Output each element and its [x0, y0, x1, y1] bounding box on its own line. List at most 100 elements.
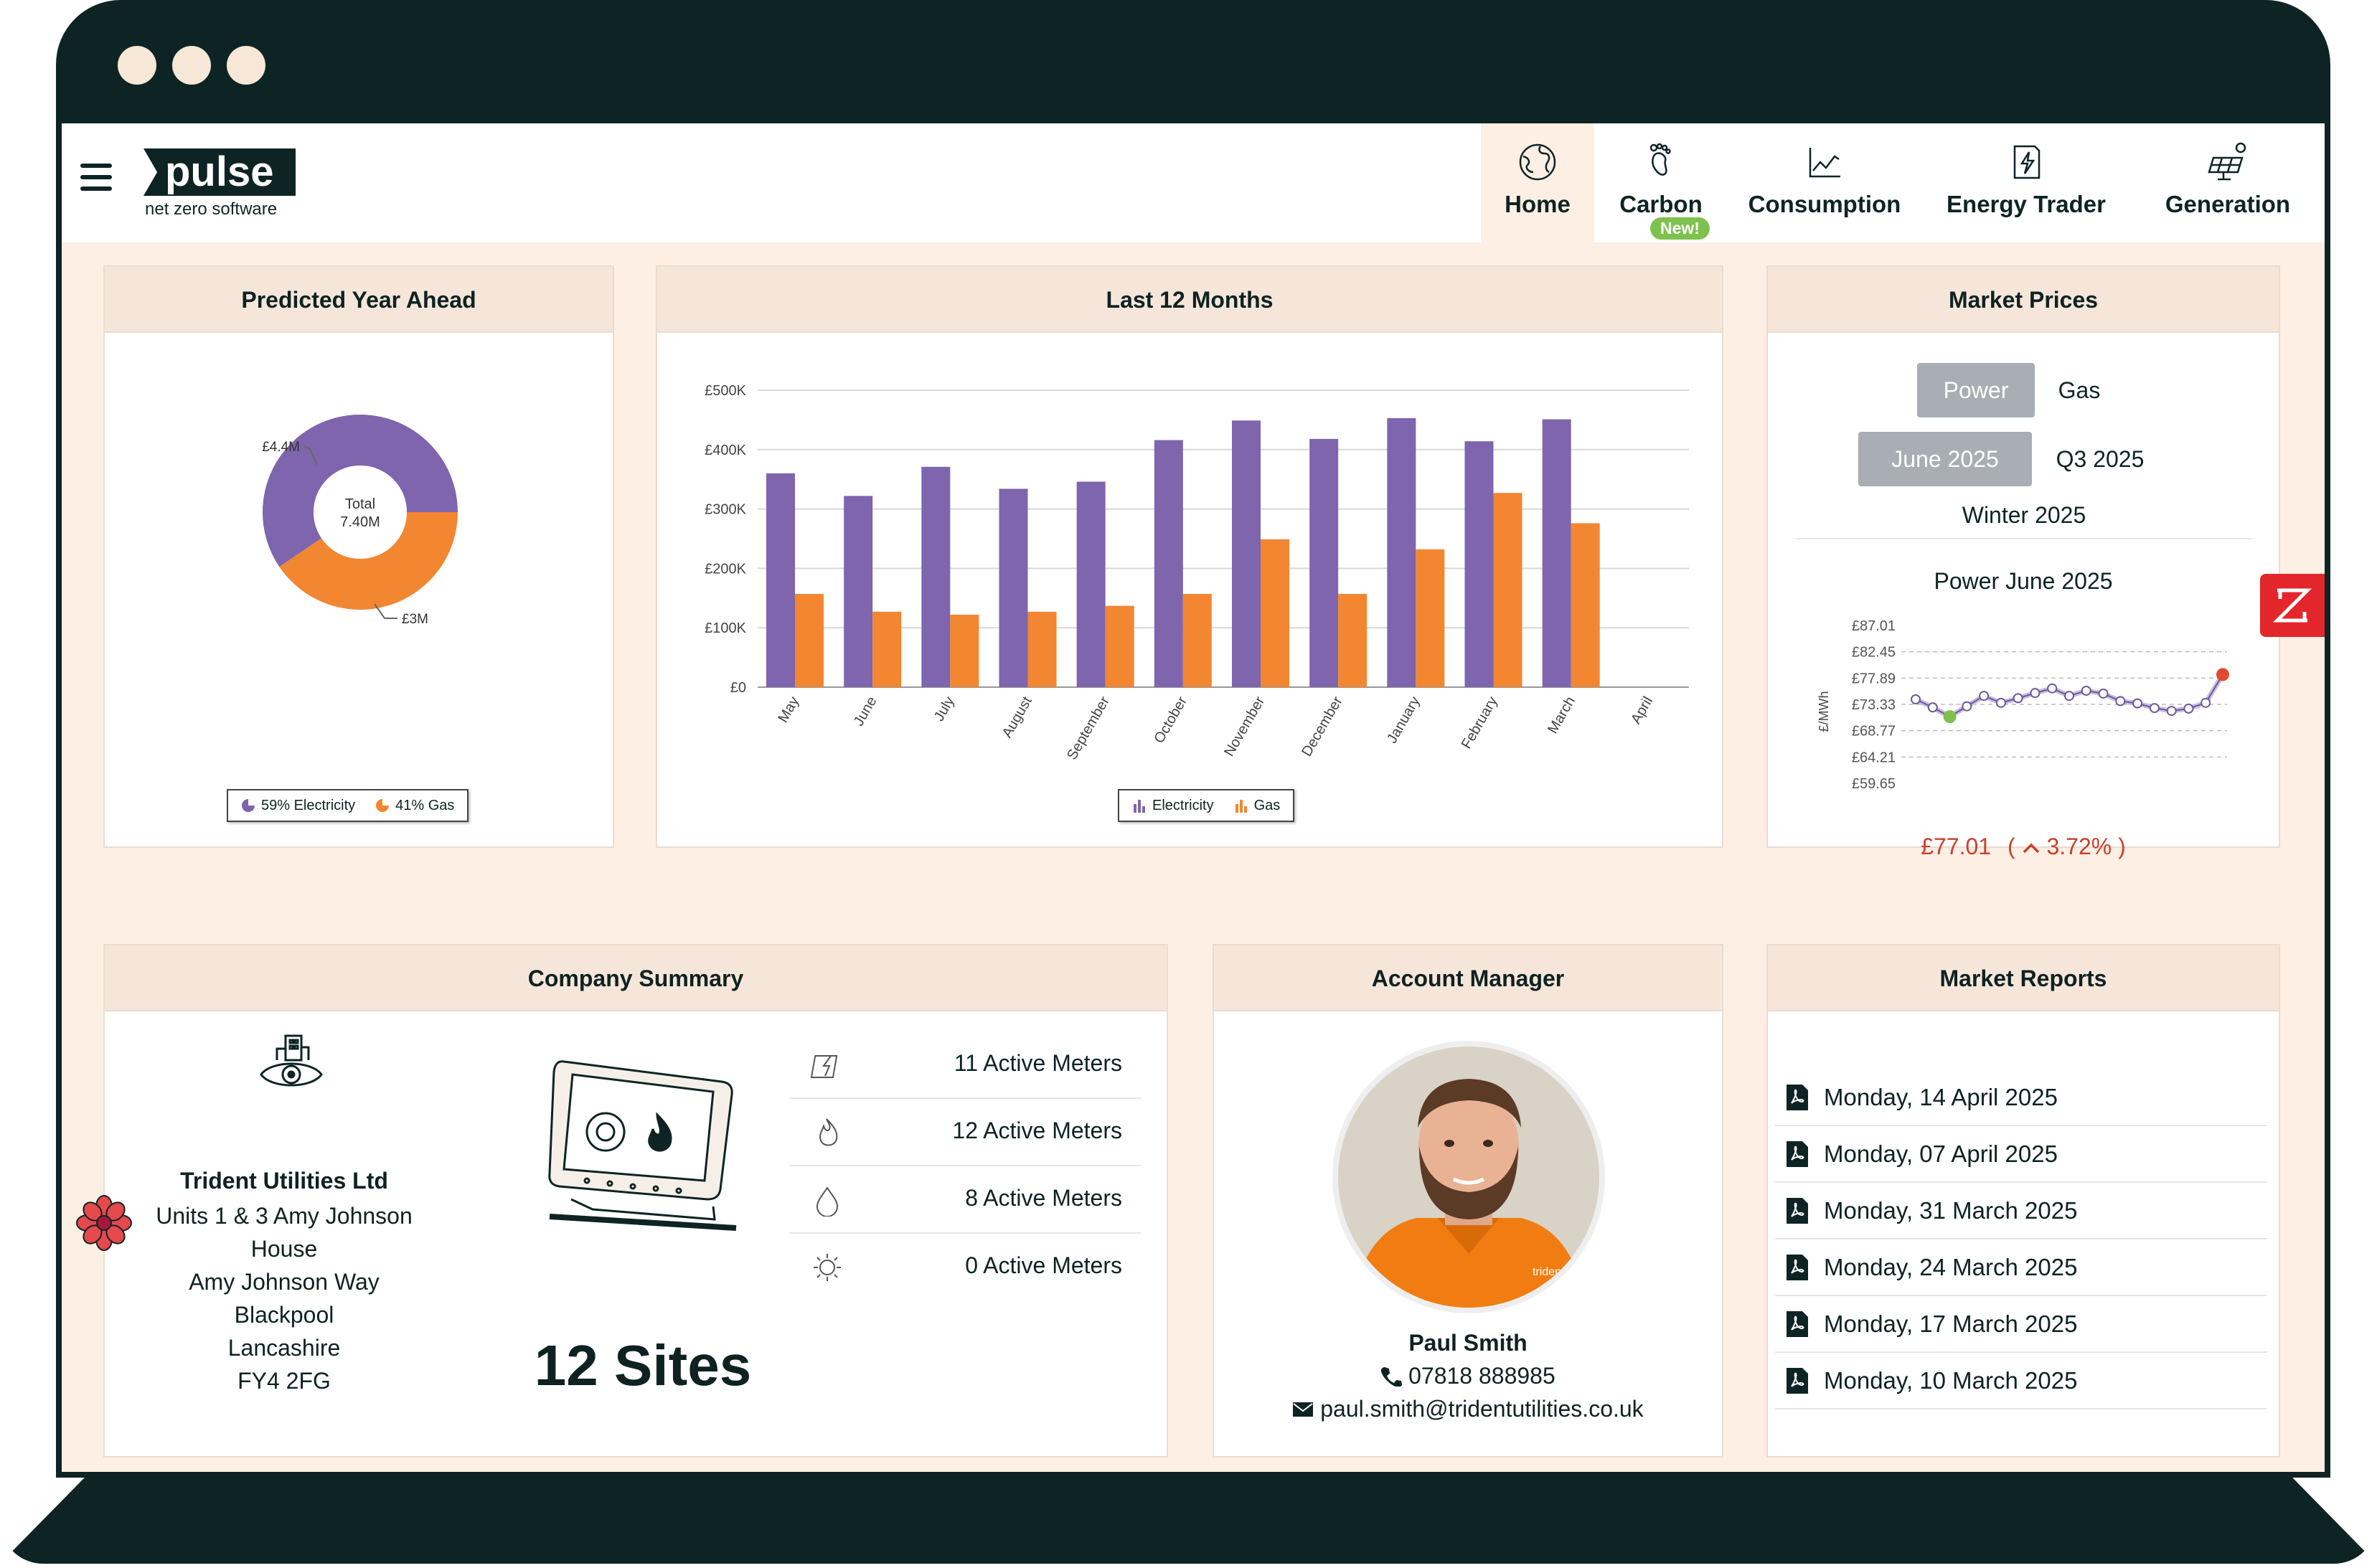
june-2025-button[interactable]: June 2025 [1858, 432, 2032, 486]
bar-electricity[interactable] [1542, 419, 1571, 687]
bar-electricity[interactable] [1309, 438, 1339, 687]
smart-meter-illustration [548, 1060, 737, 1231]
bar-gas[interactable] [1105, 605, 1134, 687]
market-reports-title: Market Reports [1768, 945, 2279, 1011]
power-toggle-button[interactable]: Power [1917, 363, 2035, 417]
bar-gas[interactable] [872, 611, 902, 687]
pdf-icon [1787, 1085, 1808, 1110]
nav-energy-trader[interactable]: Energy Trader [1921, 123, 2131, 242]
pie-icon [242, 799, 255, 812]
manager-email-row[interactable]: paul.smith@tridentutilities.co.uk [1214, 1396, 1722, 1422]
last-12-months-title: Last 12 Months [657, 267, 1722, 333]
gas-toggle-button[interactable]: Gas [2042, 363, 2117, 417]
nav-generation[interactable]: Generation [2131, 123, 2325, 242]
bar-electricity[interactable] [766, 473, 795, 687]
bar-gas[interactable] [795, 594, 824, 687]
bar-electricity[interactable] [1464, 441, 1494, 687]
water-drop-icon [816, 1186, 839, 1217]
predicted-legend: 59% Electricity 41% Gas [227, 789, 469, 822]
y-tick-label: £87.01 [1852, 618, 1896, 634]
bar-electricity[interactable] [1232, 420, 1261, 687]
winter-2025-button[interactable]: Winter 2025 [1933, 488, 2115, 542]
bar-gas[interactable] [1493, 493, 1522, 687]
price-point[interactable] [2201, 697, 2211, 708]
meter-row-solar[interactable]: 0 Active Meters [789, 1234, 1141, 1301]
bar-electricity[interactable] [1076, 481, 1106, 687]
x-tick-label: October [1152, 694, 1191, 746]
price-point[interactable] [2115, 696, 2126, 707]
price-point[interactable] [2183, 703, 2194, 714]
price-point[interactable] [2166, 706, 2177, 717]
laptop-base [0, 1467, 2377, 1564]
price-point[interactable] [2047, 683, 2058, 694]
x-tick-label: September [1064, 694, 1113, 762]
side-feedback-tab[interactable] [2260, 574, 2325, 637]
price-point[interactable] [2216, 668, 2229, 681]
line-chart-icon [1809, 148, 1840, 178]
q3-2025-button[interactable]: Q3 2025 [2038, 432, 2162, 486]
x-tick-label: April [1628, 694, 1656, 727]
nav-consumption[interactable]: Consumption [1728, 123, 1921, 242]
flower-widget-icon[interactable] [76, 1195, 132, 1251]
nav-home[interactable]: Home [1481, 123, 1594, 242]
price-point[interactable] [2081, 685, 2091, 696]
market-price-change: 3.72% [2046, 833, 2112, 859]
nav-home-label: Home [1505, 191, 1571, 217]
report-row[interactable]: Monday, 07 April 2025 [1775, 1127, 2267, 1183]
x-tick-label: March [1545, 694, 1578, 737]
nav-carbon-label: Carbon [1619, 191, 1703, 217]
bar-electricity[interactable] [1387, 417, 1416, 687]
bar-gas[interactable] [1416, 549, 1445, 687]
legend-item-gas[interactable]: 41% Gas [375, 798, 454, 814]
company-summary-card: Company Summary Trident Utilities Ltd Un… [103, 944, 1168, 1458]
report-date: Monday, 10 March 2025 [1824, 1367, 2078, 1394]
report-row[interactable]: Monday, 10 March 2025 [1775, 1354, 2267, 1409]
bar-electricity[interactable] [844, 496, 873, 687]
bar-gas[interactable] [1571, 523, 1600, 687]
meter-row-gas[interactable]: 12 Active Meters [789, 1099, 1141, 1166]
bar-electricity[interactable] [999, 488, 1028, 687]
meter-row-water[interactable]: 8 Active Meters [789, 1166, 1141, 1234]
account-manager-title: Account Manager [1214, 945, 1722, 1011]
bar-electricity[interactable] [921, 466, 951, 687]
report-date: Monday, 17 March 2025 [1824, 1310, 2078, 1337]
price-point[interactable] [1995, 697, 2006, 708]
price-point[interactable] [2098, 688, 2109, 699]
price-point[interactable] [2149, 703, 2160, 714]
price-point[interactable] [2030, 688, 2041, 699]
bar-gas[interactable] [1027, 611, 1057, 687]
price-point[interactable] [1962, 701, 1972, 712]
price-point[interactable] [1943, 710, 1957, 724]
footprint-icon [1649, 143, 1671, 176]
report-row[interactable]: Monday, 14 April 2025 [1775, 1070, 2267, 1126]
manager-phone-row[interactable]: 07818 888985 [1214, 1363, 1722, 1389]
nav-carbon[interactable]: Carbon New! [1594, 123, 1728, 242]
last-12-months-card: Last 12 Months £0 £100K £200K £300K £400K £50… [656, 265, 1723, 848]
price-point[interactable] [2132, 698, 2143, 709]
flame-icon [819, 1118, 838, 1146]
donut-callout-electricity: £4.4M [262, 440, 300, 455]
price-point[interactable] [1911, 694, 1921, 705]
price-point[interactable] [2064, 691, 2074, 702]
bar-gas[interactable] [1182, 594, 1212, 687]
price-point[interactable] [2013, 693, 2023, 704]
meter-row-electricity[interactable]: 11 Active Meters [789, 1031, 1141, 1099]
market-prices-title: Market Prices [1768, 267, 2279, 333]
pdf-icon [1787, 1141, 1808, 1167]
bar-electricity[interactable] [1154, 440, 1183, 687]
menu-icon[interactable] [80, 164, 112, 191]
bar-gas[interactable] [1338, 594, 1368, 687]
report-row[interactable]: Monday, 31 March 2025 [1775, 1184, 2267, 1239]
legend-item-gas[interactable]: Gas [1234, 798, 1280, 814]
bar-gas[interactable] [1261, 539, 1289, 687]
price-point[interactable] [1927, 702, 1938, 713]
market-price-value: £77.01 [1921, 833, 1992, 859]
report-row[interactable]: Monday, 24 March 2025 [1775, 1240, 2267, 1296]
legend-item-electricity[interactable]: 59% Electricity [241, 798, 355, 814]
price-point[interactable] [1979, 691, 1990, 702]
bar-gas[interactable] [950, 614, 979, 687]
report-row[interactable]: Monday, 17 March 2025 [1775, 1297, 2267, 1353]
x-tick-label: May [775, 694, 802, 726]
brand-logo[interactable]: pulse [143, 148, 296, 196]
legend-item-electricity[interactable]: Electricity [1132, 798, 1214, 814]
